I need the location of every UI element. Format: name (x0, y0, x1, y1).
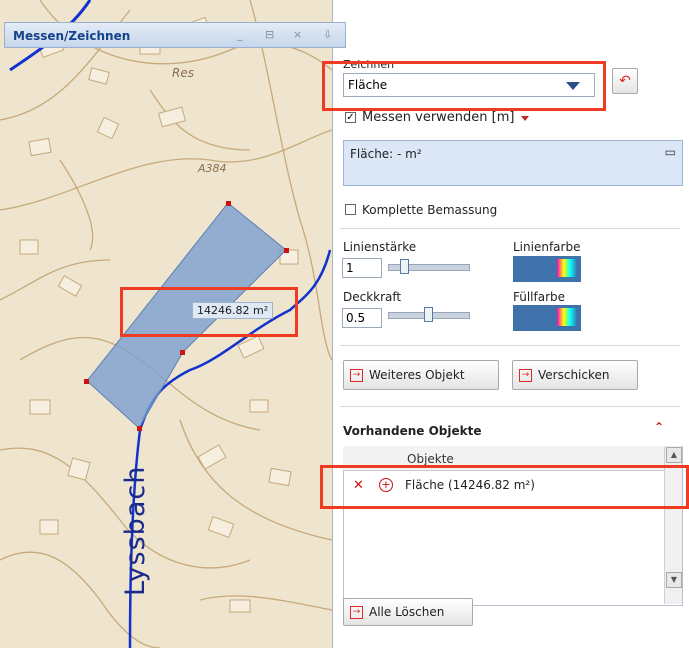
fill-color-swatch[interactable] (513, 305, 581, 331)
clipboard-icon[interactable]: ▭ (665, 145, 676, 159)
divider (340, 228, 680, 229)
fill-color-label: Füllfarbe (513, 290, 566, 304)
line-color-swatch[interactable] (513, 256, 581, 282)
send-label: Verschicken (538, 368, 610, 382)
line-color-label: Linienfarbe (513, 240, 581, 254)
minimize-icon[interactable]: _ (237, 28, 243, 41)
vertex-handle[interactable] (226, 201, 231, 206)
map-elevation-label: A384 (198, 162, 227, 175)
scroll-up-icon[interactable]: ▲ (666, 447, 682, 463)
river-name-label: Lyssbach (120, 465, 151, 596)
more-object-label: Weiteres Objekt (369, 368, 465, 382)
unit-dropdown-icon[interactable] (521, 116, 529, 121)
opacity-input[interactable]: 0.5 (342, 308, 382, 328)
undo-button[interactable]: ↶ (612, 68, 638, 94)
unit-label: [m] (491, 110, 515, 125)
opacity-slider-handle[interactable] (424, 307, 433, 322)
scroll-down-icon[interactable]: ▼ (666, 572, 682, 588)
vertex-handle[interactable] (84, 379, 89, 384)
more-object-button[interactable]: → Weiteres Objekt (343, 360, 499, 390)
color-picker-icon (557, 259, 577, 277)
arrow-right-icon: → (350, 369, 363, 382)
objects-column-header[interactable]: Objekte (407, 452, 454, 466)
line-width-label: Linienstärke (343, 240, 417, 254)
send-button[interactable]: → Verschicken (512, 360, 638, 390)
color-picker-icon (557, 308, 577, 326)
highlight-object-row (320, 465, 689, 509)
complete-dimension-label: Komplette Bemassung (362, 203, 498, 217)
panel-title: Messen/Zeichnen (13, 29, 131, 43)
complete-dimension-checkbox[interactable] (345, 204, 356, 215)
delete-all-button[interactable]: → Alle Löschen (343, 598, 473, 626)
line-width-slider-handle[interactable] (400, 259, 409, 274)
measure-result-box: Fläche: - m² ▭ (343, 140, 683, 186)
divider (340, 345, 680, 346)
vertex-handle[interactable] (180, 350, 185, 355)
vertex-handle[interactable] (284, 248, 289, 253)
existing-objects-title: Vorhandene Objekte (343, 424, 482, 438)
divider (340, 406, 680, 407)
map-place-label: Res (172, 66, 194, 80)
highlight-area-label (120, 287, 298, 337)
measure-result-text: Fläche: - m² (350, 147, 422, 161)
panel-titlebar: Messen/Zeichnen _ ⊟ × ⇩ (4, 22, 346, 48)
undo-icon: ↶ (619, 73, 631, 89)
collapse-icon[interactable]: ⌃ (654, 420, 664, 434)
vertex-handle[interactable] (137, 426, 142, 431)
close-icon[interactable]: × (293, 28, 302, 41)
highlight-draw-type (322, 61, 606, 111)
delete-all-label: Alle Löschen (369, 605, 445, 619)
use-measure-label: Messen verwenden [m] (362, 110, 514, 125)
use-measure-text: Messen verwenden (362, 110, 488, 125)
restore-icon[interactable]: ⊟ (265, 28, 274, 41)
pin-icon[interactable]: ⇩ (323, 28, 332, 41)
arrow-right-icon: → (519, 369, 532, 382)
line-width-input[interactable]: 1 (342, 258, 382, 278)
arrow-right-icon: → (350, 606, 363, 619)
opacity-label: Deckkraft (343, 290, 402, 304)
use-measure-checkbox[interactable]: ✓ (345, 112, 356, 123)
